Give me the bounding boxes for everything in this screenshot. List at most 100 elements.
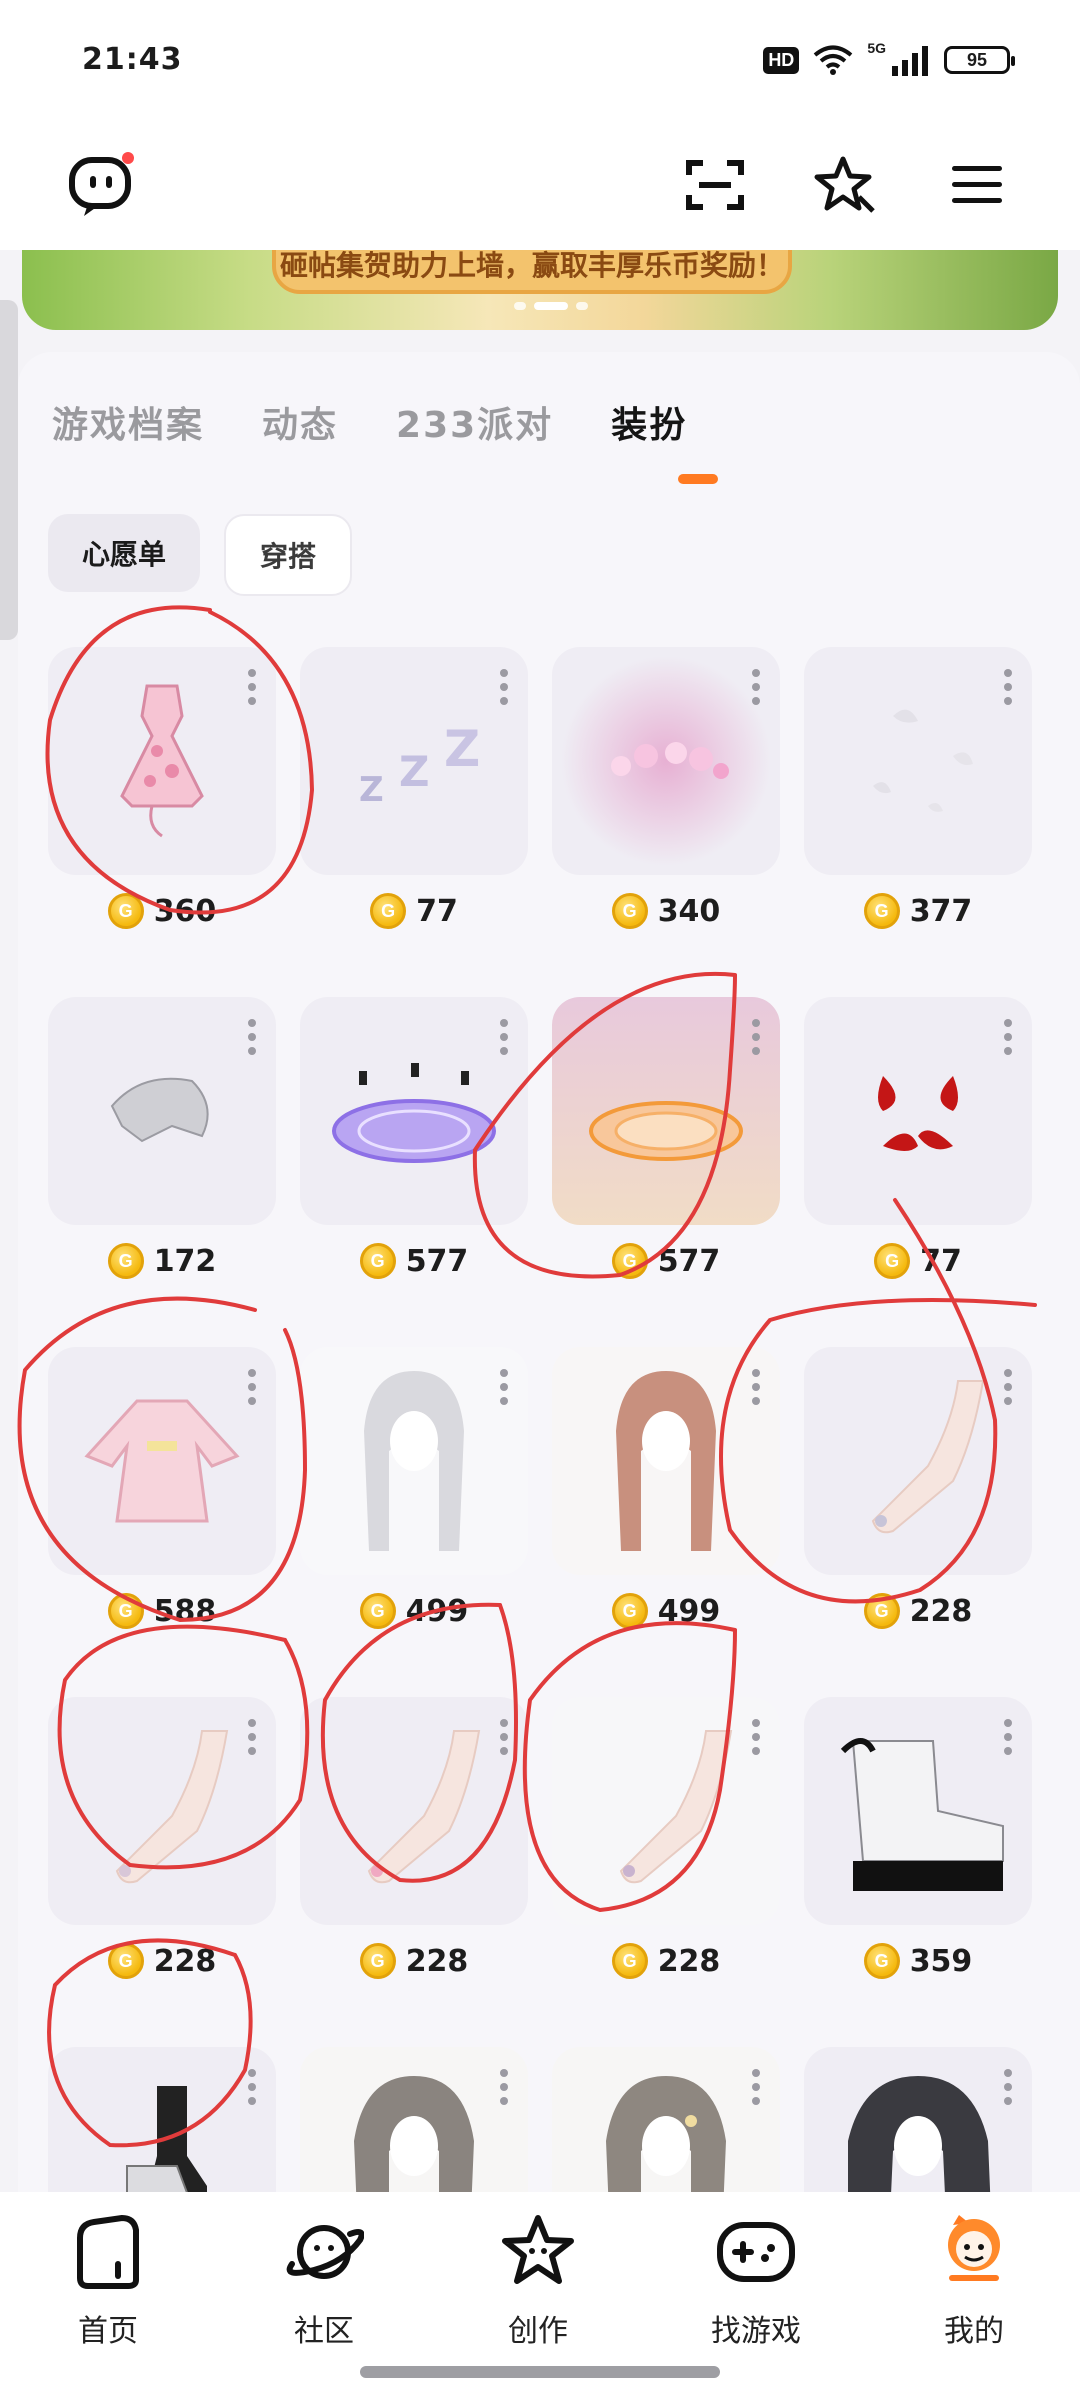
- coin-icon: G: [863, 893, 900, 929]
- promo-banner[interactable]: 砸帖集贺助力上墙，赢取丰厚乐币奖励！: [22, 250, 1058, 330]
- item-price: G 228: [552, 1943, 780, 1979]
- home-icon: [66, 2210, 150, 2294]
- pager-dot: [514, 302, 526, 310]
- more-options-icon[interactable]: [500, 669, 508, 705]
- price-value: 577: [657, 1243, 721, 1279]
- price-value: 228: [153, 1943, 217, 1979]
- home-indicator[interactable]: [360, 2366, 720, 2378]
- item-thumbnail[interactable]: [48, 647, 276, 875]
- item-thumbnail[interactable]: [48, 1697, 276, 1925]
- more-options-icon[interactable]: [248, 669, 256, 705]
- purple-circle-icon: [332, 1063, 496, 1163]
- item-thumbnail[interactable]: [48, 997, 276, 1225]
- more-options-icon[interactable]: [248, 1719, 256, 1755]
- price-value: 228: [909, 1593, 973, 1629]
- wishlist-item[interactable]: G 172: [48, 997, 276, 1279]
- wishlist-item[interactable]: G 359: [804, 1697, 1032, 1979]
- item-thumbnail[interactable]: [804, 997, 1032, 1225]
- more-options-icon[interactable]: [1004, 2069, 1012, 2105]
- chat-logo-icon[interactable]: [56, 140, 146, 230]
- status-icons: HD 5G 95: [763, 40, 1015, 80]
- more-options-icon[interactable]: [752, 1019, 760, 1055]
- tab-indicator: [678, 474, 718, 484]
- chip-wishlist[interactable]: 心愿单: [48, 514, 201, 592]
- more-options-icon[interactable]: [1004, 1719, 1012, 1755]
- nav-community[interactable]: 社区: [254, 2210, 394, 2350]
- zzz-icon: Z Z Z: [359, 720, 480, 810]
- item-thumbnail[interactable]: [552, 1697, 780, 1925]
- scan-icon[interactable]: [670, 140, 760, 230]
- more-options-icon[interactable]: [248, 1369, 256, 1405]
- top-bar: [0, 120, 1080, 250]
- item-thumbnail[interactable]: [804, 1347, 1032, 1575]
- item-price: G 340: [552, 893, 780, 929]
- more-options-icon[interactable]: [752, 1719, 760, 1755]
- price-value: 340: [657, 893, 721, 929]
- item-thumbnail[interactable]: Z Z Z: [300, 647, 528, 875]
- manicure-hand-icon: [871, 1380, 985, 1534]
- more-options-icon[interactable]: [1004, 1369, 1012, 1405]
- more-options-icon[interactable]: [752, 1369, 760, 1405]
- more-options-icon[interactable]: [752, 2069, 760, 2105]
- nav-create[interactable]: 创作: [468, 2210, 608, 2350]
- tab-feed[interactable]: 动态: [262, 396, 338, 448]
- coin-icon: G: [359, 1943, 396, 1979]
- item-thumbnail[interactable]: [552, 1347, 780, 1575]
- platform-boots-icon: [840, 1738, 1004, 1891]
- wishlist-item[interactable]: G 77: [804, 997, 1032, 1279]
- profile-content: 游戏档案 动态 233派对 装扮 心愿单 穿搭 G 360 Z Z Z G 77…: [18, 352, 1080, 2329]
- orange-circle-icon: [589, 1101, 743, 1161]
- price-value: 228: [405, 1943, 469, 1979]
- wishlist-item[interactable]: G 228: [48, 1697, 276, 1979]
- menu-icon[interactable]: [932, 140, 1022, 230]
- nav-home[interactable]: 首页: [38, 2210, 178, 2350]
- more-options-icon[interactable]: [500, 1019, 508, 1055]
- star-sparkle-icon[interactable]: [800, 140, 890, 230]
- item-thumbnail[interactable]: [804, 647, 1032, 875]
- coin-icon: G: [611, 1593, 648, 1629]
- status-bar: 21:43 HD 5G 95: [0, 0, 1080, 120]
- wishlist-item[interactable]: G 588: [48, 1347, 276, 1629]
- wishlist-item[interactable]: G 577: [552, 997, 780, 1279]
- more-options-icon[interactable]: [248, 1019, 256, 1055]
- wishlist-item[interactable]: G 499: [552, 1347, 780, 1629]
- price-value: 499: [405, 1593, 469, 1629]
- item-thumbnail[interactable]: [552, 997, 780, 1225]
- side-handle[interactable]: [0, 300, 18, 640]
- wishlist-item[interactable]: Z Z Z G 77: [300, 647, 528, 929]
- item-thumbnail[interactable]: [552, 647, 780, 875]
- tab-game-archive[interactable]: 游戏档案: [52, 396, 204, 448]
- item-thumbnail[interactable]: [804, 1697, 1032, 1925]
- more-options-icon[interactable]: [500, 2069, 508, 2105]
- more-options-icon[interactable]: [1004, 1019, 1012, 1055]
- more-options-icon[interactable]: [500, 1719, 508, 1755]
- wishlist-item[interactable]: G 499: [300, 1347, 528, 1629]
- wishlist-item[interactable]: G 228: [552, 1697, 780, 1979]
- item-thumbnail[interactable]: [300, 1697, 528, 1925]
- more-options-icon[interactable]: [1004, 669, 1012, 705]
- coin-icon: G: [863, 1593, 900, 1629]
- more-options-icon[interactable]: [752, 669, 760, 705]
- more-options-icon[interactable]: [248, 2069, 256, 2105]
- pager-dot-active: [534, 302, 568, 310]
- nav-label: 找游戏: [711, 2314, 801, 2349]
- coin-icon: G: [370, 893, 407, 929]
- item-thumbnail[interactable]: [300, 1347, 528, 1575]
- wishlist-item[interactable]: G 360: [48, 647, 276, 929]
- wishlist-grid: G 360 Z Z Z G 77 G 340 G 377 G 172 G 577…: [48, 647, 1068, 2329]
- wishlist-item[interactable]: G 228: [804, 1347, 1032, 1629]
- item-thumbnail[interactable]: [48, 1347, 276, 1575]
- more-options-icon[interactable]: [500, 1369, 508, 1405]
- chip-outfits[interactable]: 穿搭: [224, 514, 353, 596]
- nav-me[interactable]: 我的: [904, 2210, 1044, 2350]
- item-thumbnail[interactable]: [300, 997, 528, 1225]
- coin-icon: G: [107, 1593, 144, 1629]
- wishlist-item[interactable]: G 577: [300, 997, 528, 1279]
- tab-party[interactable]: 233派对: [396, 396, 553, 448]
- wishlist-item[interactable]: G 340: [552, 647, 780, 929]
- tab-dress-up[interactable]: 装扮: [611, 396, 687, 448]
- coin-icon: G: [359, 1593, 396, 1629]
- wishlist-item[interactable]: G 228: [300, 1697, 528, 1979]
- wishlist-item[interactable]: G 377: [804, 647, 1032, 929]
- nav-find-games[interactable]: 找游戏: [686, 2210, 826, 2350]
